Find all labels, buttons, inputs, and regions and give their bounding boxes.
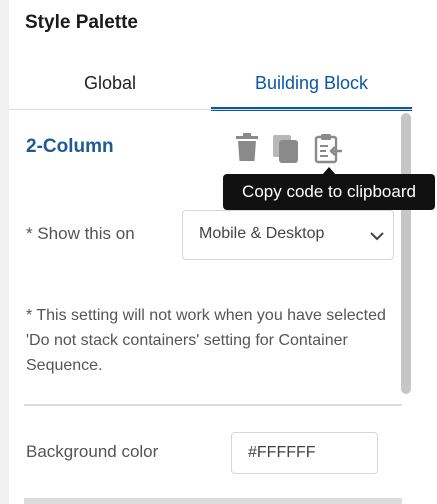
tab-bar: Global Building Block	[9, 56, 412, 111]
block-name: 2-Column	[26, 136, 114, 157]
background-color-label: Background color	[26, 442, 159, 461]
tab-building-block-label: Building Block	[254, 72, 369, 93]
panel-left-edge	[0, 0, 9, 504]
tab-global-label: Global	[83, 72, 137, 93]
show-on-select[interactable]: Mobile & Desktop	[182, 210, 394, 260]
tab-global[interactable]: Global	[9, 56, 211, 110]
background-color-input[interactable]	[231, 432, 378, 474]
scrollbar-thumb[interactable]	[401, 113, 411, 394]
section-divider	[24, 404, 402, 406]
clipboard-code-icon[interactable]	[313, 132, 342, 164]
chevron-down-icon	[369, 229, 385, 247]
show-on-label: * Show this on	[26, 224, 135, 243]
stacking-note: * This setting will not work when you ha…	[26, 307, 386, 374]
panel-title: Style Palette	[25, 12, 138, 33]
copy-icon[interactable]	[271, 132, 299, 164]
show-on-selected-value: Mobile & Desktop	[199, 225, 325, 242]
next-section-divider	[24, 498, 402, 504]
tab-building-block[interactable]: Building Block	[211, 56, 412, 111]
tab-divider	[9, 109, 412, 110]
trash-icon[interactable]	[233, 132, 261, 164]
copy-tooltip: Copy code to clipboard	[223, 174, 435, 210]
